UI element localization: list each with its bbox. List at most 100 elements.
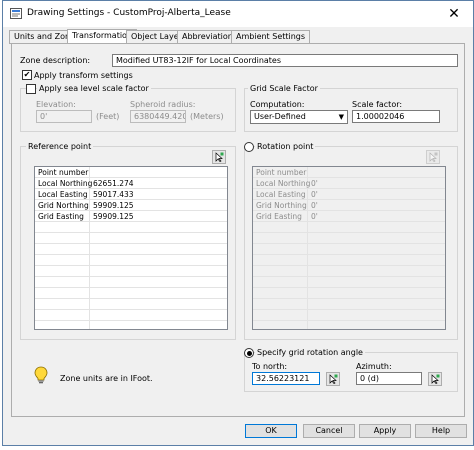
tab-ambient-settings[interactable]: Ambient Settings bbox=[231, 30, 311, 44]
table-row: Point number bbox=[253, 167, 445, 178]
reference-pick-button[interactable] bbox=[212, 150, 226, 164]
azimuth-field[interactable]: 0 (d) bbox=[356, 372, 422, 385]
row-value bbox=[308, 167, 311, 178]
table-row[interactable]: Grid Northing 59909.125 bbox=[35, 200, 227, 211]
row-name: Point number bbox=[38, 168, 89, 177]
row-name: Grid Easting bbox=[256, 212, 302, 221]
table-row: Grid Easting 0' bbox=[253, 211, 445, 222]
window-title: Drawing Settings - CustomProj-Alberta_Le… bbox=[27, 8, 231, 18]
elevation-field[interactable]: 0' bbox=[36, 110, 92, 123]
row-name: Grid Easting bbox=[38, 212, 84, 221]
zone-description-field: Modified UT83-12IF for Local Coordinates bbox=[112, 54, 458, 67]
cancel-button[interactable]: Cancel bbox=[303, 424, 355, 438]
azimuth-pick-button[interactable] bbox=[428, 372, 442, 386]
row-value: 59017.433 bbox=[93, 190, 134, 199]
ok-button[interactable]: OK bbox=[245, 424, 297, 438]
empty-row bbox=[253, 288, 445, 299]
row-name: Point number bbox=[256, 168, 307, 177]
computation-dropdown[interactable]: User-Defined ▼ bbox=[250, 110, 348, 124]
empty-row bbox=[253, 222, 445, 233]
elevation-label: Elevation: bbox=[36, 100, 76, 109]
zone-units-info: Zone units are in IFoot. bbox=[60, 374, 153, 383]
empty-row bbox=[35, 277, 227, 288]
row-name: Local Northing bbox=[256, 179, 311, 188]
table-row[interactable]: Local Northing 62651.274 bbox=[35, 178, 227, 189]
grid-scale-title: Grid Scale Factor bbox=[248, 84, 320, 93]
table-row: Local Easting 0' bbox=[253, 189, 445, 200]
azimuth-label: Azimuth: bbox=[356, 362, 392, 371]
empty-row bbox=[35, 288, 227, 299]
row-name: Local Easting bbox=[38, 190, 88, 199]
empty-row bbox=[253, 266, 445, 277]
apply-button[interactable]: Apply bbox=[359, 424, 411, 438]
spheroid-radius-field[interactable]: 6380449.4209 bbox=[130, 110, 186, 123]
scale-factor-field[interactable]: 1.00002046 bbox=[352, 110, 440, 123]
elevation-unit: (Feet) bbox=[96, 112, 120, 121]
row-value: 0' bbox=[311, 190, 318, 199]
empty-row bbox=[253, 255, 445, 266]
empty-row bbox=[253, 310, 445, 321]
computation-label: Computation: bbox=[250, 100, 305, 109]
row-value bbox=[90, 167, 93, 178]
grid-rotation-title: Specify grid rotation angle bbox=[255, 348, 365, 357]
row-value: 59909.125 bbox=[93, 212, 134, 221]
empty-row bbox=[35, 233, 227, 244]
grid-rotation-radio[interactable] bbox=[244, 348, 254, 358]
table-row[interactable]: Grid Easting 59909.125 bbox=[35, 211, 227, 222]
rotation-point-grid: Point number Local Northing 0' Local Eas… bbox=[252, 166, 446, 330]
table-row[interactable]: Local Easting 59017.433 bbox=[35, 189, 227, 200]
row-name: Grid Northing bbox=[38, 201, 89, 210]
drawing-settings-dialog: Drawing Settings - CustomProj-Alberta_Le… bbox=[2, 0, 474, 446]
apply-transform-checkbox[interactable]: ✔ bbox=[22, 70, 32, 80]
close-icon: ✕ bbox=[448, 6, 460, 22]
rotation-pick-button[interactable] bbox=[426, 150, 440, 164]
spheroid-radius-label: Spheroid radius: bbox=[130, 100, 196, 109]
scale-factor-label: Scale factor: bbox=[352, 100, 403, 109]
reference-point-grid[interactable]: Point number Local Northing 62651.274 Lo… bbox=[34, 166, 228, 330]
row-value: 59909.125 bbox=[93, 201, 134, 210]
pick-point-icon bbox=[329, 374, 338, 384]
computation-value: User-Defined bbox=[254, 112, 306, 121]
reference-point-title: Reference point bbox=[26, 142, 94, 151]
pick-point-icon bbox=[429, 152, 438, 162]
title-bar[interactable]: Drawing Settings - CustomProj-Alberta_Le… bbox=[3, 1, 473, 27]
empty-row bbox=[253, 233, 445, 244]
empty-row bbox=[35, 222, 227, 233]
row-value: 0' bbox=[311, 179, 318, 188]
pick-point-icon bbox=[431, 374, 440, 384]
rotation-point-radio[interactable] bbox=[244, 142, 254, 152]
empty-row bbox=[253, 244, 445, 255]
empty-row bbox=[35, 310, 227, 321]
drawing-settings-icon bbox=[10, 8, 22, 19]
row-name: Grid Northing bbox=[256, 201, 307, 210]
check-icon: ✔ bbox=[23, 70, 31, 79]
apply-transform-label: Apply transform settings bbox=[34, 71, 133, 80]
chevron-down-icon: ▼ bbox=[338, 113, 344, 121]
spheroid-radius-unit: (Meters) bbox=[190, 112, 224, 121]
empty-row bbox=[35, 255, 227, 266]
to-north-label: To north: bbox=[252, 362, 288, 371]
rotation-point-title: Rotation point bbox=[255, 142, 316, 151]
empty-row bbox=[35, 266, 227, 277]
empty-row bbox=[253, 277, 445, 288]
close-button[interactable]: ✕ bbox=[441, 5, 467, 23]
table-row: Grid Northing 0' bbox=[253, 200, 445, 211]
row-name: Local Northing bbox=[38, 179, 93, 188]
transformation-panel: Zone description: Modified UT83-12IF for… bbox=[11, 43, 465, 417]
radio-selected-dot bbox=[246, 350, 252, 356]
pick-point-icon bbox=[215, 152, 224, 162]
sea-level-label: Apply sea level scale factor bbox=[37, 84, 151, 93]
table-row[interactable]: Point number bbox=[35, 167, 227, 178]
row-name: Local Easting bbox=[256, 190, 306, 199]
empty-row bbox=[35, 299, 227, 310]
zone-description-label: Zone description: bbox=[20, 56, 91, 65]
to-north-field[interactable]: 32.56223121 bbox=[252, 372, 320, 385]
row-value: 0' bbox=[311, 212, 318, 221]
sea-level-checkbox[interactable] bbox=[26, 84, 36, 94]
row-value: 62651.274 bbox=[93, 179, 134, 188]
empty-row bbox=[35, 244, 227, 255]
table-row: Local Northing 0' bbox=[253, 178, 445, 189]
row-value: 0' bbox=[311, 201, 318, 210]
help-button[interactable]: Help bbox=[415, 424, 467, 438]
to-north-pick-button[interactable] bbox=[326, 372, 340, 386]
